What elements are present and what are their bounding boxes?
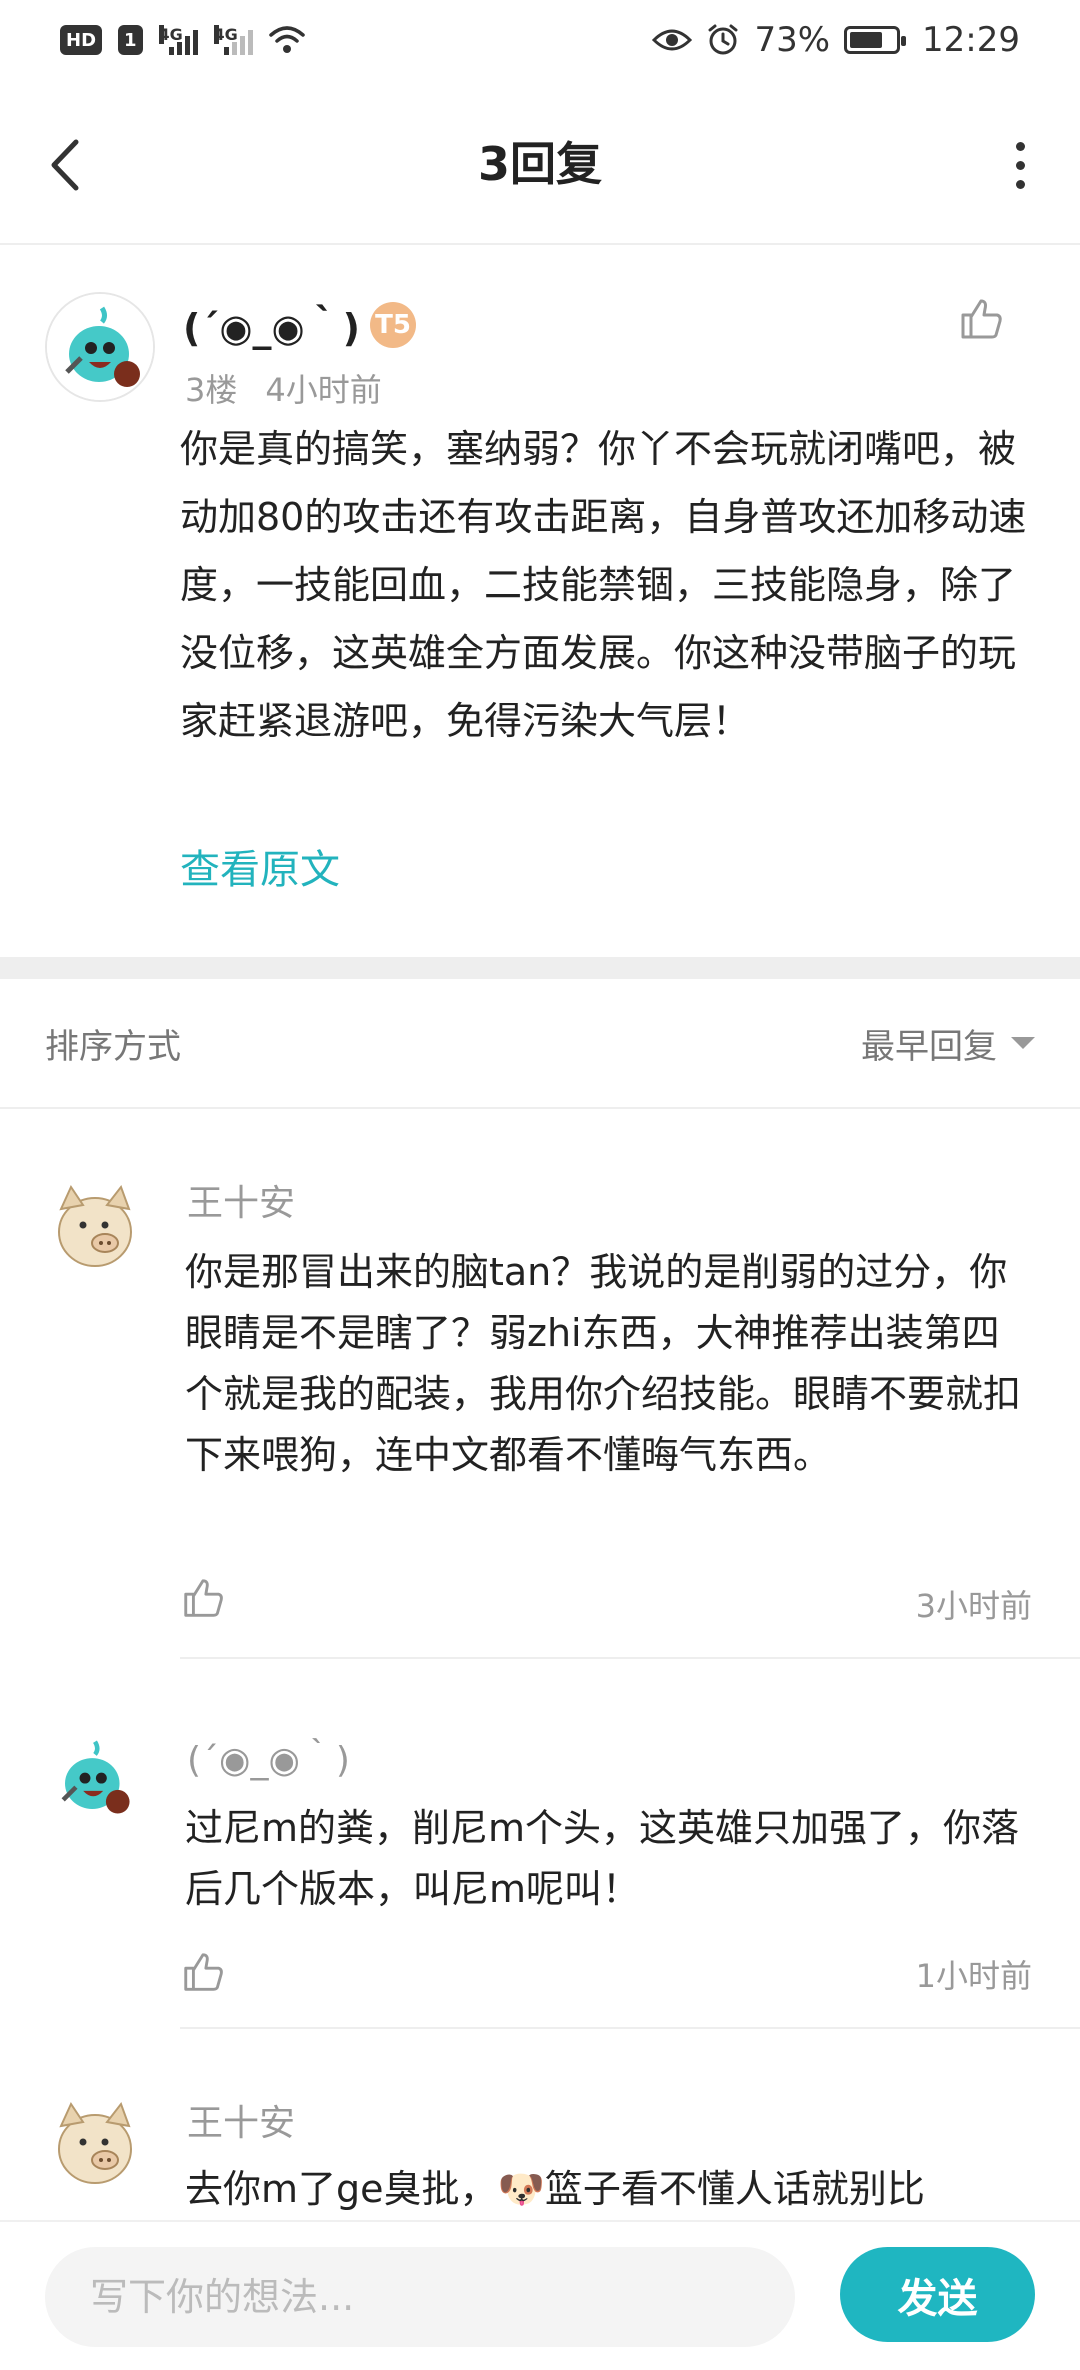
sort-label: 排序方式 xyxy=(45,1026,181,1067)
reply-author[interactable]: 王十安 xyxy=(187,2094,295,2146)
level-badge: T5 xyxy=(370,301,417,348)
reply-author[interactable]: 王十安 xyxy=(187,1174,295,1226)
sort-selected: 最早回复 xyxy=(861,1026,997,1067)
battery-icon xyxy=(844,26,907,54)
post-content: 你是真的搞笑，塞纳弱？你丫不会玩就闭嘴吧，被动加80的攻击还有攻击距离，自身普攻… xyxy=(180,427,1027,743)
slime-avatar-icon xyxy=(45,1729,145,1829)
status-left: HD 1 4G 4G xyxy=(60,25,305,55)
page-title: 3回复 xyxy=(477,137,602,191)
send-button[interactable]: 发送 xyxy=(840,2247,1035,2342)
avatar[interactable] xyxy=(45,1177,145,1277)
bottom-comment-bar: 发送 xyxy=(0,2220,1080,2370)
post-time: 4小时前 xyxy=(265,371,382,409)
reply-time: 1小时前 xyxy=(915,1957,1032,1995)
thumbs-up-icon xyxy=(961,299,1002,339)
avatar[interactable] xyxy=(45,1729,145,1829)
view-original-link[interactable]: 查看原文 xyxy=(180,837,340,895)
more-options-button[interactable] xyxy=(1000,135,1040,195)
more-dots-icon xyxy=(1015,141,1025,151)
wifi-icon xyxy=(268,26,305,53)
reply-like-button[interactable] xyxy=(180,1949,226,1995)
reply-item: 王十安 去你m了ge臭批，🐶篮子看不懂人话就别比 xyxy=(0,2029,1080,2220)
status-bar: HD 1 4G 4G 73% 12:29 xyxy=(0,0,1080,80)
pig-avatar-icon xyxy=(58,1184,132,1267)
battery-fill xyxy=(850,32,883,48)
slime-avatar-icon xyxy=(47,294,153,400)
reply-like-button[interactable] xyxy=(180,1575,226,1621)
eye-icon xyxy=(652,29,693,51)
header: 3回复 xyxy=(0,80,1080,245)
clock: 12:29 xyxy=(922,20,1020,60)
reply-author[interactable]: (´◉_◉｀) xyxy=(187,1731,350,1783)
avatar[interactable] xyxy=(45,292,155,402)
comment-input[interactable] xyxy=(45,2247,795,2347)
floor-number: 3楼 xyxy=(185,371,238,409)
hd-label: HD xyxy=(66,29,97,51)
alarm-icon xyxy=(708,24,738,55)
post-author[interactable]: (´◉_◉｀) T5 xyxy=(183,297,417,352)
reply-content: 你是那冒出来的脑tan？我说的是削弱的过分，你眼睛是不是瞎了？弱zhi东西，大神… xyxy=(185,1250,1022,1477)
sort-bar: 排序方式 最早回复 xyxy=(0,979,1080,1109)
battery-percent: 73% xyxy=(754,20,831,60)
status-right: 73% 12:29 xyxy=(652,20,1020,60)
signal-strength-icon-2: 4G xyxy=(213,25,253,55)
thumbs-up-icon xyxy=(184,1953,223,1991)
post-meta: 3楼 4小时前 xyxy=(185,365,382,411)
reply-item: 王十安 你是那冒出来的脑tan？我说的是削弱的过分，你眼睛是不是瞎了？弱zhi东… xyxy=(0,1109,1080,1659)
avatar[interactable] xyxy=(45,2094,145,2194)
author-name: (´◉_◉｀) xyxy=(183,306,361,350)
main-post: (´◉_◉｀) T5 3楼 4小时前 你是真的搞笑，塞纳弱？你丫不会玩就闭嘴吧，… xyxy=(0,247,1080,957)
network-type-2: 4G xyxy=(213,25,238,44)
network-type-1: 4G xyxy=(158,25,183,44)
like-button[interactable] xyxy=(957,295,1005,343)
reply-item: (´◉_◉｀) 过尼m的粪，削尼m个头，这英雄只加强了，你落后几个版本，叫尼m呢… xyxy=(0,1659,1080,2029)
sort-caret-icon xyxy=(1011,1037,1035,1049)
reply-content: 去你m了ge臭批，🐶篮子看不懂人话就别比 xyxy=(185,2167,925,2211)
thumbs-up-icon xyxy=(184,1579,223,1617)
reply-content: 过尼m的粪，削尼m个头，这英雄只加强了，你落后几个版本，叫尼m呢叫！ xyxy=(185,1806,1020,1911)
sim-indicator: 1 xyxy=(118,25,143,55)
hd-indicator: HD xyxy=(60,25,103,55)
signal-strength-icon: 4G xyxy=(158,25,198,55)
section-divider xyxy=(0,957,1080,979)
sort-dropdown[interactable]: 最早回复 xyxy=(861,1019,1035,1068)
reply-time: 3小时前 xyxy=(915,1587,1032,1625)
sim-label: 1 xyxy=(124,29,137,51)
pig-avatar-icon xyxy=(58,2101,132,2184)
